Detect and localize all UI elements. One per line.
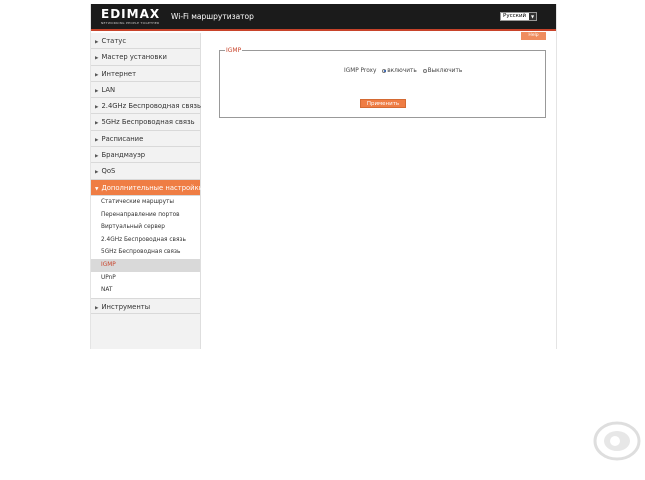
- igmp-proxy-row: IGMP Proxy включить Выключить: [344, 68, 466, 74]
- submenu-item-virtual-server[interactable]: Виртуальный сервер: [91, 221, 200, 234]
- sidebar-item-label: Дополнительные настройки: [101, 183, 204, 192]
- igmp-proxy-label: IGMP Proxy: [344, 68, 377, 74]
- submenu-item-port-forwarding[interactable]: Перенаправление портов: [91, 209, 200, 222]
- sidebar-item-label: 5GHz Беспроводная связь: [101, 118, 195, 127]
- arrow-right-icon: ▶: [95, 40, 99, 45]
- sidebar-item-label: Мастер установки: [101, 53, 167, 62]
- arrow-right-icon: ▶: [95, 137, 99, 143]
- sidebar-item-wireless-5[interactable]: ▶ 5GHz Беспроводная связь: [91, 114, 200, 131]
- sidebar-item-label: Брандмауэр: [101, 151, 146, 160]
- sidebar-item-label: QoS: [101, 167, 116, 176]
- sidebar-item-tools[interactable]: ▶ Инструменты: [91, 297, 200, 315]
- sidebar-item-wireless-24[interactable]: ▶ 2.4GHz Беспроводная связь: [91, 98, 202, 115]
- logo-tagline: NETWORKING PEOPLE TOGETHER: [101, 21, 160, 25]
- sidebar-item-schedule[interactable]: ▶ Расписание: [91, 131, 200, 148]
- sidebar-item-label: Расписание: [101, 134, 144, 143]
- enable-radio[interactable]: [382, 68, 387, 73]
- disable-radio[interactable]: [422, 68, 427, 73]
- sidebar-item-label: 2.4GHz Беспроводная связь: [101, 102, 202, 111]
- arrow-right-icon: ▶: [95, 72, 99, 78]
- igmp-proxy-enable-option[interactable]: включить: [382, 68, 417, 74]
- submenu-item-nat[interactable]: NAT: [91, 284, 200, 297]
- arrow-right-icon: ▶: [95, 305, 99, 311]
- disable-label: Выключить: [427, 68, 463, 74]
- igmp-settings-panel: IGMP IGMP Proxy включить Выключить Приме…: [219, 46, 546, 118]
- arrow-right-icon: ▶: [95, 154, 99, 160]
- language-select[interactable]: Русский ▼: [500, 12, 537, 21]
- sidebar-item-setup-wizard[interactable]: ▶ Мастер установки: [91, 49, 200, 66]
- apply-button[interactable]: Применить: [360, 99, 406, 108]
- router-admin-page: EDIMAX NETWORKING PEOPLE TOGETHER Wi-Fi …: [90, 4, 557, 349]
- header-bar: EDIMAX NETWORKING PEOPLE TOGETHER Wi-Fi …: [91, 4, 556, 29]
- sidebar-item-lan[interactable]: ▶ LAN: [91, 82, 200, 99]
- language-value: Русский: [503, 13, 527, 19]
- page-title: Wi-Fi маршрутизатор: [171, 12, 254, 21]
- panel-title: IGMP: [225, 46, 243, 55]
- submenu-item-igmp[interactable]: IGMP: [91, 258, 200, 272]
- submenu-item-wireless-5[interactable]: 5GHz Беспроводная связь: [91, 246, 200, 259]
- edimax-logo: EDIMAX NETWORKING PEOPLE TOGETHER: [101, 8, 165, 26]
- sidebar: ▶ Статус ▶ Мастер установки ▶ Интернет ▶ LAN…: [91, 33, 204, 349]
- logo-text: EDIMAX: [101, 7, 161, 21]
- submenu-item-static-routes[interactable]: Статические маршруты: [91, 196, 200, 209]
- chevron-down-icon[interactable]: ▼: [529, 13, 536, 20]
- arrow-right-icon: ▶: [95, 88, 99, 94]
- arrow-right-icon: ▶: [95, 170, 99, 176]
- sidebar-item-label: Интернет: [101, 69, 137, 78]
- arrow-right-icon: ▶: [95, 121, 99, 127]
- sidebar-item-label: Инструменты: [101, 302, 151, 311]
- advanced-submenu: Статические маршруты Перенаправление пор…: [91, 195, 200, 298]
- watermark-logo: [593, 421, 641, 461]
- sidebar-item-qos[interactable]: ▶ QoS: [91, 163, 200, 180]
- sidebar-item-firewall[interactable]: ▶ Брандмауэр: [91, 147, 200, 164]
- sidebar-item-internet[interactable]: ▶ Интернет: [91, 66, 200, 82]
- submenu-item-upnp[interactable]: UPnP: [91, 272, 200, 285]
- arrow-right-icon: ▶: [95, 105, 99, 111]
- sidebar-item-label: Статус: [101, 37, 127, 45]
- arrow-right-icon: ▶: [95, 56, 99, 62]
- enable-label: включить: [387, 68, 417, 74]
- header-divider: [91, 29, 556, 31]
- arrow-down-icon: ▼: [95, 186, 99, 192]
- help-button[interactable]: Help: [521, 32, 546, 40]
- sidebar-item-status[interactable]: ▶ Статус: [91, 33, 200, 50]
- sidebar-item-advanced[interactable]: ▼ Дополнительные настройки: [91, 179, 204, 196]
- igmp-proxy-disable-option[interactable]: Выключить: [422, 68, 463, 74]
- submenu-item-wireless-24[interactable]: 2.4GHz Беспроводная связь: [91, 234, 200, 247]
- sidebar-item-label: LAN: [101, 85, 116, 94]
